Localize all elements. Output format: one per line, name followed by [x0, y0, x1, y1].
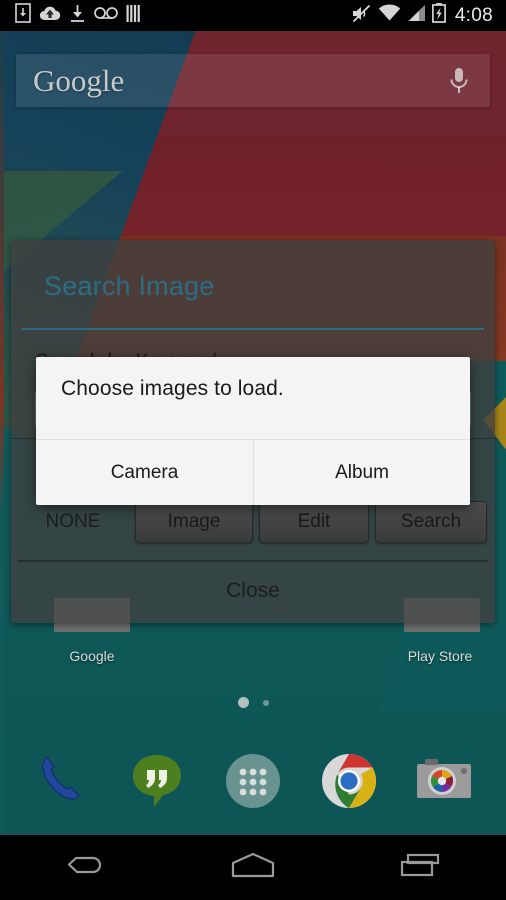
search-button[interactable]: Search: [375, 501, 487, 543]
recents-button[interactable]: [367, 835, 477, 900]
wifi-icon: [378, 4, 401, 27]
dialog-camera-button[interactable]: Camera: [36, 440, 253, 505]
app-drawer-icon[interactable]: [215, 743, 291, 819]
back-button[interactable]: [29, 835, 139, 900]
google-search-widget[interactable]: Google: [16, 54, 490, 107]
home-icon-label-google: Google: [69, 648, 115, 664]
status-bar-left-icons: [0, 3, 142, 28]
choose-images-dialog: Choose images to load. Camera Album: [36, 357, 470, 505]
recents-icon: [396, 850, 448, 885]
status-bar: 4:08: [0, 0, 506, 31]
equalizer-bars-icon: [126, 4, 142, 28]
microphone-icon[interactable]: [448, 66, 490, 96]
cell-signal-icon: [407, 4, 426, 27]
download-to-device-icon: [15, 3, 31, 28]
page-indicator: [0, 697, 506, 708]
title-divider: [22, 328, 484, 330]
status-bar-clock: 4:08: [454, 4, 493, 26]
home-button[interactable]: [198, 835, 308, 900]
phone-icon[interactable]: [24, 743, 100, 819]
android-screen: Google Google Play Store Search Image NO…: [0, 0, 506, 900]
source-state-label: NONE: [45, 511, 101, 532]
home-icon: [225, 850, 281, 885]
battery-charging-icon: [431, 3, 446, 28]
voicemail-icon: [94, 6, 118, 25]
navigation-bar: [0, 835, 506, 900]
source-button-row: NONE Image Edit Search: [11, 498, 495, 546]
download-icon: [69, 4, 86, 28]
edit-button[interactable]: Edit: [259, 501, 369, 543]
mute-icon: [351, 4, 372, 28]
back-arrow-icon: [60, 850, 108, 885]
status-bar-right-icons: 4:08: [351, 3, 506, 28]
page-title: Search Image: [44, 271, 215, 301]
google-logo: Google: [33, 62, 125, 98]
dialog-album-button[interactable]: Album: [254, 440, 470, 505]
cloud-upload-icon: [39, 4, 61, 27]
dialog-message: Choose images to load.: [61, 377, 284, 400]
camera-icon[interactable]: [406, 743, 482, 819]
close-button[interactable]: Close: [18, 562, 488, 620]
dock: [0, 726, 506, 835]
chrome-icon[interactable]: [311, 743, 387, 819]
page-dot-active: [237, 697, 249, 708]
page-dot-inactive: [262, 699, 269, 706]
image-button[interactable]: Image: [135, 501, 253, 543]
home-icon-label-play-store: Play Store: [407, 648, 473, 664]
hangouts-icon[interactable]: [119, 743, 195, 819]
